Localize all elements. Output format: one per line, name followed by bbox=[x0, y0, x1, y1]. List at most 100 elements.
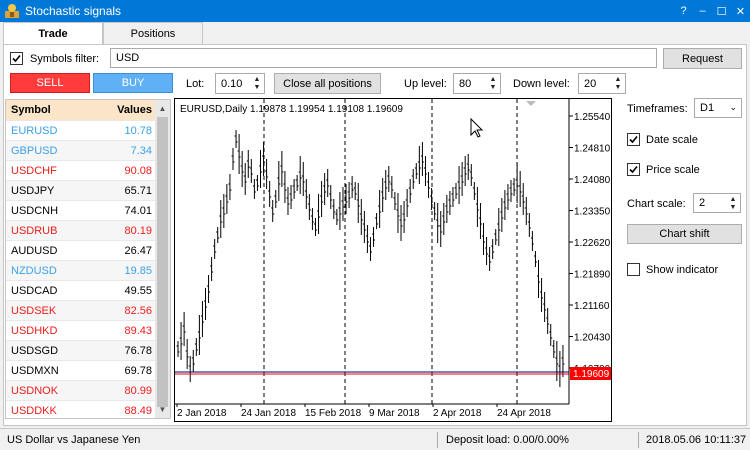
help-button[interactable]: ? bbox=[674, 0, 693, 22]
ohlc-bar bbox=[436, 203, 440, 243]
symbol-name: USDCNH bbox=[11, 205, 59, 217]
table-row[interactable]: USDDKK 88.49 bbox=[6, 400, 156, 418]
ohlc-bar bbox=[249, 159, 253, 183]
symbol-value: 89.43 bbox=[124, 325, 152, 337]
ohlc-bar bbox=[255, 175, 259, 191]
ohlc-bar bbox=[537, 260, 541, 298]
symbols-filter-checkbox[interactable] bbox=[10, 52, 23, 65]
minimize-button[interactable]: – bbox=[693, 0, 712, 22]
ohlc-bar bbox=[194, 338, 198, 356]
maximize-button[interactable]: ☐ bbox=[712, 0, 731, 22]
up-level-stepper[interactable]: 80 ▲ ▼ bbox=[453, 73, 501, 94]
close-all-positions-button[interactable]: Close all positions bbox=[274, 73, 381, 94]
ohlc-bar bbox=[439, 211, 443, 247]
ohlc-bar bbox=[240, 151, 244, 187]
ohlc-bar bbox=[430, 188, 434, 210]
ohlc-bar bbox=[393, 192, 397, 210]
table-row[interactable]: EURUSD 10.78 bbox=[6, 120, 156, 140]
ohlc-bar bbox=[216, 227, 220, 243]
symbol-name: USDRUB bbox=[11, 225, 58, 237]
spin-arrows-icon[interactable]: ▲ ▼ bbox=[488, 76, 498, 92]
table-row[interactable]: USDJPY 65.71 bbox=[6, 180, 156, 200]
table-row[interactable]: USDCNH 74.01 bbox=[6, 200, 156, 220]
show-indicator-checkbox[interactable] bbox=[627, 263, 640, 276]
table-row[interactable]: NZDUSD 19.85 bbox=[6, 260, 156, 280]
scroll-up-icon[interactable]: ▲ bbox=[155, 101, 170, 116]
spin-arrows-icon[interactable]: ▲ ▼ bbox=[252, 76, 262, 92]
request-button[interactable]: Request bbox=[663, 48, 742, 69]
ohlc-bar bbox=[283, 171, 287, 203]
mouse-cursor-icon bbox=[470, 117, 484, 138]
ohlc-bar bbox=[506, 184, 510, 210]
buy-button[interactable]: BUY bbox=[93, 73, 173, 93]
table-row[interactable]: GBPUSD 7.34 bbox=[6, 140, 156, 160]
symbol-name: NZDUSD bbox=[11, 265, 57, 277]
ohlc-bar bbox=[298, 156, 302, 194]
ohlc-bar bbox=[268, 181, 272, 207]
table-row[interactable]: AUDUSD 26.47 bbox=[6, 240, 156, 260]
table-row[interactable]: USDNOK 80.99 bbox=[6, 380, 156, 400]
ohlc-bar bbox=[277, 161, 281, 201]
table-row[interactable]: USDHKD 89.43 bbox=[6, 320, 156, 340]
symbol-name: EURUSD bbox=[11, 125, 58, 137]
ohlc-bar bbox=[295, 175, 299, 191]
table-row[interactable]: USDCAD 49.55 bbox=[6, 280, 156, 300]
table-row[interactable]: USDRUB 80.19 bbox=[6, 220, 156, 240]
table-row[interactable]: USDSEK 82.56 bbox=[6, 300, 156, 320]
symbol-value: 82.56 bbox=[124, 305, 152, 317]
scroll-down-icon[interactable]: ▼ bbox=[155, 402, 170, 417]
ohlc-bar bbox=[411, 169, 415, 189]
symbol-value: 76.78 bbox=[124, 345, 152, 357]
spin-arrows-icon[interactable]: ▲ ▼ bbox=[613, 76, 623, 92]
chart-scale-stepper[interactable]: 2 ▲ ▼ bbox=[693, 193, 741, 213]
ohlc-bar bbox=[433, 202, 437, 220]
sell-button[interactable]: SELL bbox=[10, 73, 90, 93]
lot-stepper[interactable]: 0.10 ▲ ▼ bbox=[215, 73, 265, 94]
chevron-down-icon[interactable]: ⌄ bbox=[729, 102, 737, 113]
ohlc-bar bbox=[246, 150, 250, 178]
symbols-filter-input[interactable]: USD bbox=[110, 48, 657, 68]
ohlc-bar bbox=[317, 194, 321, 234]
price-scale-checkbox[interactable] bbox=[627, 163, 640, 176]
tab-trade[interactable]: Trade bbox=[3, 22, 103, 44]
status-separator bbox=[638, 432, 639, 448]
ohlc-bar bbox=[182, 312, 186, 346]
table-row[interactable]: USDMXN 69.78 bbox=[6, 360, 156, 380]
ohlc-bar bbox=[326, 169, 330, 197]
ohlc-bar bbox=[414, 163, 418, 179]
table-row[interactable]: USDCHF 90.08 bbox=[6, 160, 156, 180]
date-scale-checkbox[interactable] bbox=[627, 133, 640, 146]
spin-arrows-icon[interactable]: ▲ ▼ bbox=[728, 196, 738, 212]
ohlc-bar bbox=[362, 211, 366, 243]
symbol-name: USDCAD bbox=[11, 285, 58, 297]
timeframe-select[interactable]: D1 ⌄ bbox=[694, 98, 742, 118]
ohlc-bar bbox=[420, 142, 424, 176]
ohlc-bar bbox=[423, 156, 427, 186]
down-level-stepper[interactable]: 20 ▲ ▼ bbox=[578, 73, 626, 94]
ohlc-bar bbox=[408, 179, 412, 203]
symbol-value: 10.78 bbox=[124, 125, 152, 137]
ohlc-bar bbox=[515, 163, 519, 203]
ohlc-bar bbox=[445, 195, 449, 223]
symbol-value: 80.99 bbox=[124, 385, 152, 397]
status-datetime: 2018.05.06 10:11:37 bbox=[646, 434, 747, 446]
date-scale-label: Date scale bbox=[646, 134, 698, 146]
price-chart[interactable]: EURUSD,Daily 1.19878 1.19954 1.19108 1.1… bbox=[174, 98, 612, 422]
table-row[interactable]: USDSGD 76.78 bbox=[6, 340, 156, 360]
chart-shift-button[interactable]: Chart shift bbox=[627, 224, 742, 244]
tab-positions[interactable]: Positions bbox=[103, 22, 203, 44]
ohlc-bar bbox=[497, 208, 501, 246]
close-button[interactable]: ✕ bbox=[731, 0, 750, 22]
ohlc-bar bbox=[188, 356, 192, 382]
ohlc-bar bbox=[527, 213, 531, 237]
ohlc-bar bbox=[243, 163, 247, 195]
show-indicator-label: Show indicator bbox=[646, 264, 719, 276]
ohlc-bar bbox=[207, 275, 211, 303]
ohlc-bar bbox=[530, 231, 534, 251]
scroll-thumb[interactable] bbox=[157, 117, 168, 407]
ohlc-bar bbox=[552, 340, 556, 358]
ohlc-bar bbox=[258, 150, 262, 188]
ohlc-bar bbox=[353, 182, 357, 200]
ohlc-bar bbox=[271, 200, 275, 222]
symbols-scrollbar[interactable]: ▲ ▼ bbox=[155, 100, 170, 418]
